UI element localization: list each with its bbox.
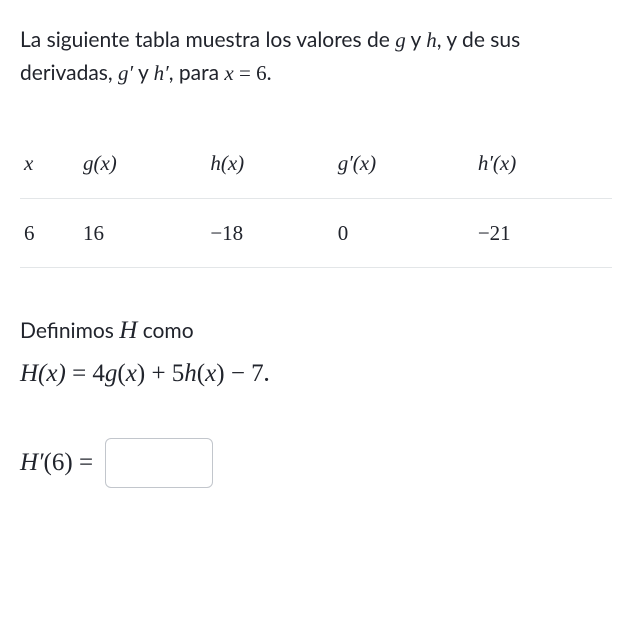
def-h: h xyxy=(184,360,197,387)
def-lp1: ( xyxy=(117,360,125,387)
col-gx: g(x) xyxy=(77,129,204,198)
def-x2: x xyxy=(205,360,216,387)
cell-gx: 16 xyxy=(77,198,204,268)
def-eq: = xyxy=(66,360,93,387)
values-table: x g(x) h(x) g′(x) h′(x) 6 16 −18 0 −21 xyxy=(20,129,612,268)
answer-Hprime: H′ xyxy=(20,449,44,476)
def-const: 7 xyxy=(251,360,264,387)
table-row: 6 16 −18 0 −21 xyxy=(20,198,612,268)
col-hpx: h′(x) xyxy=(472,129,612,198)
def-lp2: ( xyxy=(197,360,205,387)
def-as: como xyxy=(137,318,193,343)
var-hprime: h′ xyxy=(154,61,169,85)
def-rp2: ) xyxy=(216,360,224,387)
eq-sign: = xyxy=(234,61,256,85)
def-coef2: 5 xyxy=(172,360,185,387)
def-minus: − xyxy=(225,360,252,387)
cell-gpx-val: 0 xyxy=(338,221,349,245)
def-period: . xyxy=(264,357,270,387)
cell-hx-val: −18 xyxy=(210,221,243,245)
def-coef1: 4 xyxy=(92,360,105,387)
intro-paragraph: La siguiente tabla muestra los valores d… xyxy=(20,24,612,89)
intro-and1: y xyxy=(406,27,427,52)
col-x: x xyxy=(20,129,77,198)
cell-hpx-val: −21 xyxy=(478,221,511,245)
col-x-label: x xyxy=(24,151,33,175)
col-gx-label: g(x) xyxy=(83,151,117,175)
def-lead-text: Definimos xyxy=(20,318,119,343)
definition-block: Definimos H como H(x) = 4g(x) + 5h(x) − … xyxy=(20,312,612,394)
definition-equation: H(x) = 4g(x) + 5h(x) − 7. xyxy=(20,353,612,394)
col-hx: h(x) xyxy=(204,129,331,198)
var-x: x xyxy=(224,61,233,85)
intro-text: La siguiente tabla muestra los valores d… xyxy=(20,27,395,52)
eq-val: 6 xyxy=(256,61,267,85)
col-gpx-label: g′(x) xyxy=(338,151,376,175)
answer-arg: 6 xyxy=(52,449,65,476)
cell-hx: −18 xyxy=(204,198,331,268)
intro-text3: , para xyxy=(169,60,225,85)
answer-row: H′(6) = xyxy=(20,438,612,488)
var-g: g xyxy=(395,28,406,52)
answer-input[interactable] xyxy=(105,438,213,488)
col-gpx: g′(x) xyxy=(332,129,472,198)
cell-x: 6 xyxy=(20,198,77,268)
cell-hpx: −21 xyxy=(472,198,612,268)
def-plus: + xyxy=(145,360,172,387)
var-gprime: g′ xyxy=(118,61,133,85)
answer-lp: ( xyxy=(44,449,52,476)
col-hx-label: h(x) xyxy=(210,151,244,175)
answer-rp: ) xyxy=(64,449,72,476)
def-g: g xyxy=(105,360,118,387)
definition-lead: Definimos H como xyxy=(20,312,612,351)
intro-period: . xyxy=(267,60,272,85)
intro-and2: y xyxy=(133,60,154,85)
def-H: H xyxy=(119,317,137,344)
var-h: h xyxy=(426,28,437,52)
col-hpx-label: h′(x) xyxy=(478,151,516,175)
def-x1: x xyxy=(126,360,137,387)
answer-eq: = xyxy=(73,449,93,476)
answer-lhs: H′(6) = xyxy=(20,442,93,483)
cell-gpx: 0 xyxy=(332,198,472,268)
table-header-row: x g(x) h(x) g′(x) h′(x) xyxy=(20,129,612,198)
cell-x-val: 6 xyxy=(24,221,35,245)
def-rp1: ) xyxy=(137,360,145,387)
cell-gx-val: 16 xyxy=(83,221,104,245)
def-Hx: H(x) xyxy=(20,360,66,387)
